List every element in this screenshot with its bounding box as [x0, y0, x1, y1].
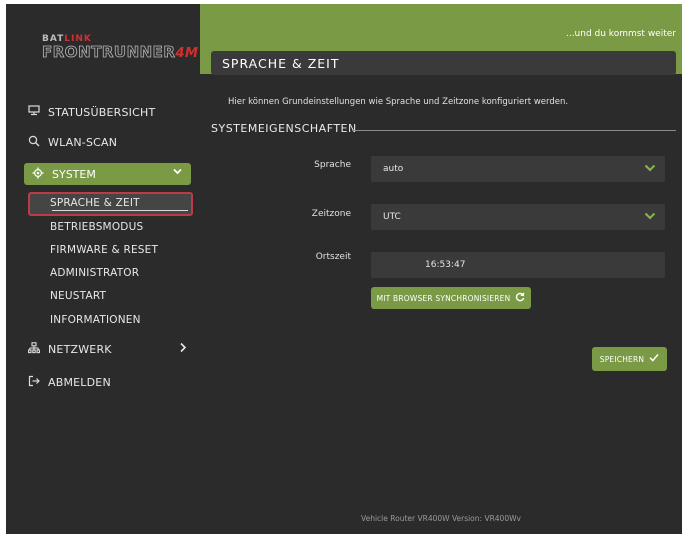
sidebar-subitem-firmware-reset[interactable]: FIRMWARE & RESET [50, 244, 158, 260]
localtime-label: Ortszeit [315, 252, 351, 262]
chevron-right-icon [178, 342, 188, 356]
language-select-value: auto [383, 164, 404, 174]
localtime-value: 16:53:47 [425, 260, 466, 270]
sidebar-item-abmelden[interactable]: ABMELDEN [26, 372, 111, 392]
sidebar: BATLINK FRONTRUNNER4M STATUSÜBERSICHT WL… [6, 4, 200, 534]
sync-browser-button[interactable]: MIT BROWSER SYNCHRONISIEREN [371, 287, 531, 309]
timezone-select-value: UTC [383, 212, 401, 222]
sidebar-item-label: NETZWERK [48, 342, 112, 356]
app-window: BATLINK FRONTRUNNER4M STATUSÜBERSICHT WL… [6, 4, 682, 534]
footer-version: Vehicle Router VR400W Version: VR400Wv [361, 514, 521, 523]
sidebar-item-label: STATUSÜBERSICHT [48, 105, 156, 119]
page-title: SPRACHE & ZEIT [211, 51, 676, 75]
language-label: Sprache [314, 160, 351, 170]
sidebar-subitem-informationen[interactable]: INFORMATIONEN [50, 314, 141, 330]
refresh-icon [515, 292, 525, 305]
chevron-down-icon [643, 209, 657, 226]
logo: BATLINK FRONTRUNNER4M [42, 34, 198, 66]
language-select[interactable]: auto [371, 156, 665, 182]
check-icon [649, 353, 659, 365]
sidebar-subitem-betriebsmodus[interactable]: BETRIEBSMODUS [50, 221, 143, 237]
timezone-select[interactable]: UTC [371, 204, 665, 230]
sidebar-subitem-administrator[interactable]: ADMINISTRATOR [50, 267, 139, 283]
sidebar-item-statusuebersicht[interactable]: STATUSÜBERSICHT [26, 102, 155, 122]
monitor-icon [26, 105, 42, 119]
sync-browser-button-label: MIT BROWSER SYNCHRONISIEREN [376, 293, 511, 303]
chevron-down-icon [643, 161, 657, 178]
chevron-down-icon [172, 166, 183, 180]
sidebar-item-label: ABMELDEN [48, 375, 111, 389]
sidebar-subitem-neustart[interactable]: NEUSTART [50, 290, 106, 306]
logout-icon [26, 375, 42, 390]
save-button-label: SPEICHERN [599, 354, 645, 364]
sidebar-item-system[interactable]: SYSTEM [24, 163, 191, 185]
section-divider [352, 130, 676, 131]
search-icon [26, 135, 42, 150]
gear-icon [30, 167, 46, 182]
sidebar-subitem-sprache-zeit[interactable]: SPRACHE & ZEIT [50, 197, 140, 213]
section-title: SYSTEMEIGENSCHAFTEN [211, 122, 357, 135]
sidebar-item-label: WLAN-SCAN [48, 135, 118, 149]
save-button[interactable]: SPEICHERN [592, 347, 667, 371]
sidebar-item-label: SYSTEM [52, 167, 96, 181]
logo-text-frontrunner: FRONTRUNNER [42, 43, 176, 61]
network-icon [26, 341, 42, 357]
tagline: ...und du kommst weiter [565, 29, 676, 39]
localtime-field: 16:53:47 [371, 252, 665, 278]
sidebar-item-wlan-scan[interactable]: WLAN-SCAN [26, 132, 117, 152]
sidebar-item-netzwerk[interactable]: NETZWERK [26, 339, 112, 359]
timezone-label: Zeitzone [311, 209, 351, 219]
logo-text-suffix: 4M [175, 46, 199, 61]
page-description: Hier können Grundeinstellungen wie Sprac… [228, 97, 569, 107]
